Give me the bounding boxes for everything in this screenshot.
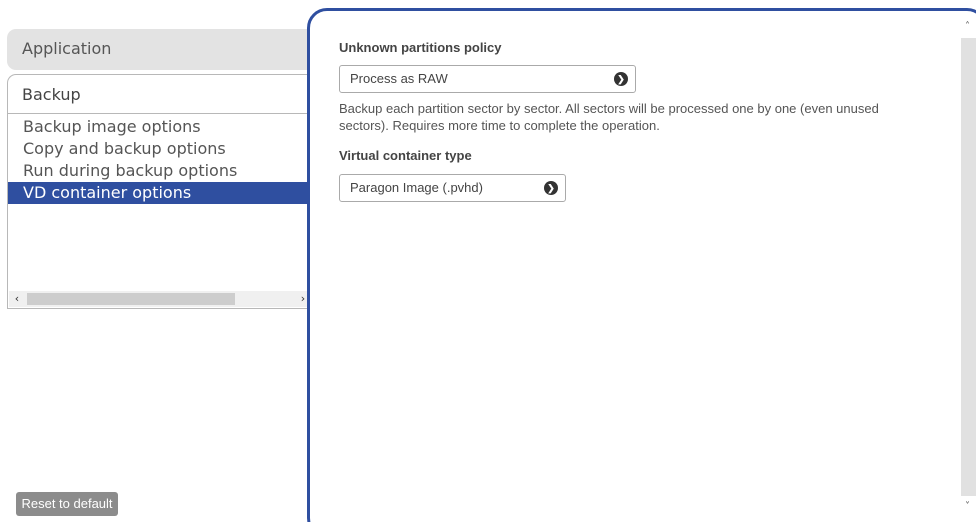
unknown-partitions-value: Process as RAW	[350, 71, 448, 86]
nav-backup[interactable]: Backup	[7, 74, 311, 114]
scroll-up-icon[interactable]: ˄	[959, 18, 976, 36]
unknown-partitions-description: Backup each partition sector by sector. …	[339, 101, 879, 133]
horizontal-scrollbar[interactable]: ‹ ›	[9, 291, 311, 307]
scroll-left-icon[interactable]: ‹	[9, 291, 25, 307]
list-item-run-during-backup-options[interactable]: Run during backup options	[8, 160, 311, 182]
container-type-title: Virtual container type	[339, 148, 472, 163]
unknown-partitions-dropdown[interactable]: Process as RAW ❯	[339, 65, 636, 93]
circle-arrow-right-icon: ❯	[544, 181, 558, 195]
list-item-copy-and-backup-options[interactable]: Copy and backup options	[8, 138, 311, 160]
vertical-scroll-thumb[interactable]	[961, 38, 976, 496]
horizontal-scroll-thumb[interactable]	[27, 293, 235, 305]
nav-application[interactable]: Application	[7, 29, 311, 70]
scroll-down-icon[interactable]: ˅	[959, 498, 976, 516]
list-item-vd-container-options[interactable]: VD container options	[8, 182, 311, 204]
backup-options-list[interactable]: Backup image options Copy and backup opt…	[7, 114, 311, 309]
unknown-partitions-title: Unknown partitions policy	[339, 40, 502, 55]
nav-application-label: Application	[22, 39, 112, 58]
vertical-scrollbar[interactable]: ˄ ˅	[959, 18, 976, 516]
container-type-dropdown[interactable]: Paragon Image (.pvhd) ❯	[339, 174, 566, 202]
circle-arrow-right-icon: ❯	[614, 72, 628, 86]
list-item-backup-image-options[interactable]: Backup image options	[8, 116, 311, 138]
settings-content: Unknown partitions policy Process as RAW…	[339, 40, 939, 202]
container-type-value: Paragon Image (.pvhd)	[350, 180, 483, 195]
reset-to-default-button[interactable]: Reset to default	[16, 492, 118, 516]
nav-backup-label: Backup	[22, 85, 81, 104]
